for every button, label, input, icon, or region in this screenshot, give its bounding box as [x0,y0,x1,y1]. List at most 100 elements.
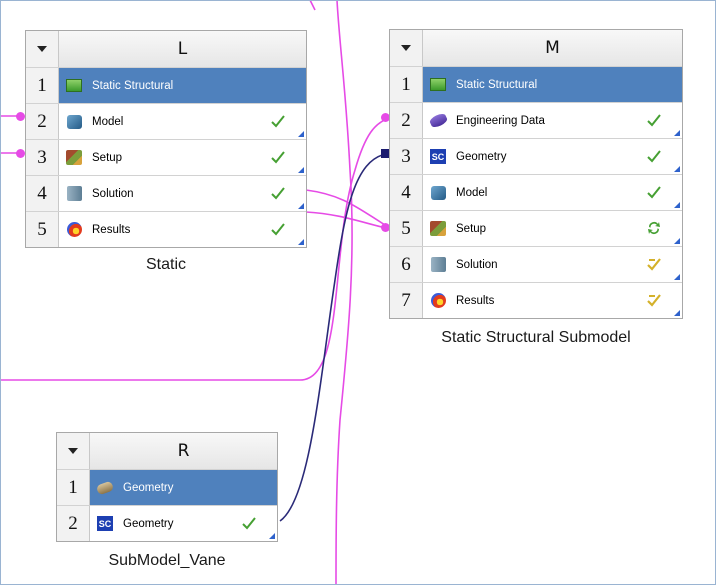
static-structural-icon [429,77,447,93]
system-menu-button[interactable] [390,30,423,66]
model-icon [429,185,447,201]
cell-solution[interactable]: Solution [59,176,306,211]
check-icon [242,517,256,530]
cell-row[interactable]: 3 SC Geometry [390,138,682,174]
spaceclaim-geometry-icon: SC [96,516,114,532]
system-caption[interactable]: SubModel_Vane [56,552,278,570]
cell-label: Solution [456,258,498,271]
cell-engineering-data[interactable]: Engineering Data [423,103,682,138]
solution-icon [429,257,447,273]
update-required-icon [647,258,661,271]
system-submodel-vane: R 1 Geometry 2 SC Geometry SubModel_Vane [56,432,278,569]
system-letter: L [59,31,306,67]
cell-label: Engineering Data [456,114,545,127]
row-number: 3 [26,140,59,175]
cell-geometry-header[interactable]: Geometry [90,470,277,505]
row-number: 5 [26,212,59,247]
cell-label: Static Structural [92,79,174,92]
dropdown-arrow-icon [401,45,411,51]
row-number: 1 [26,68,59,103]
row-number: 1 [390,67,423,102]
cell-label: Geometry [123,517,174,530]
row-number: 2 [57,506,90,541]
cell-results[interactable]: Results [59,212,306,247]
cell-static-structural[interactable]: Static Structural [59,68,306,103]
input-port[interactable] [16,112,25,121]
cell-model[interactable]: Model [59,104,306,139]
corner-indicator-icon [298,203,304,209]
cell-label: Results [92,223,131,236]
system-static: L 1 Static Structural 2 Model 3 Setup 4 … [25,30,307,273]
row-number: 6 [390,247,423,282]
results-icon [429,293,447,309]
connection-link [309,0,316,11]
system-menu-button[interactable] [26,31,59,67]
cell-row[interactable]: 5 Setup [390,210,682,246]
cell-row[interactable]: 4 Model [390,174,682,210]
corner-indicator-icon [674,238,680,244]
cell-label: Model [92,115,124,128]
system-table: L 1 Static Structural 2 Model 3 Setup 4 … [25,30,307,248]
cell-row[interactable]: 2 SC Geometry [57,505,277,541]
cell-row[interactable]: 5 Results [26,211,306,247]
check-icon [271,187,285,200]
cell-setup[interactable]: Setup [59,140,306,175]
corner-indicator-icon [269,533,275,539]
cell-setup[interactable]: Setup [423,211,682,246]
corner-indicator-icon [298,239,304,245]
cell-row[interactable]: 3 Setup [26,139,306,175]
setup-icon [429,221,447,237]
system-header: M [390,30,682,66]
cell-label: Setup [92,151,123,164]
model-icon [65,114,83,130]
cell-solution[interactable]: Solution [423,247,682,282]
cell-static-structural[interactable]: Static Structural [423,67,682,102]
cell-row[interactable]: 1 Geometry [57,469,277,505]
cell-row[interactable]: 1 Static Structural [390,66,682,102]
system-caption[interactable]: Static [25,256,307,274]
corner-indicator-icon [674,202,680,208]
row-number: 1 [57,470,90,505]
cell-row[interactable]: 2 Model [26,103,306,139]
cell-row[interactable]: 6 Solution [390,246,682,282]
cell-row[interactable]: 2 Engineering Data [390,102,682,138]
corner-indicator-icon [674,130,680,136]
system-caption[interactable]: Static Structural Submodel [389,329,683,347]
corner-indicator-icon [674,166,680,172]
row-number: 5 [390,211,423,246]
static-structural-icon [65,78,83,94]
row-number: 2 [26,104,59,139]
connection-link [335,0,353,585]
cell-geometry[interactable]: SC Geometry [90,506,277,541]
dropdown-arrow-icon [37,46,47,52]
check-icon [647,114,661,127]
cell-geometry[interactable]: SC Geometry [423,139,682,174]
geometry-icon [95,480,115,496]
system-menu-button[interactable] [57,433,90,469]
check-icon [271,151,285,164]
system-header: R [57,433,277,469]
cell-label: Setup [456,222,487,235]
input-port[interactable] [16,149,25,158]
system-letter: M [423,30,682,66]
cell-label: Solution [92,187,134,200]
cell-label: Geometry [123,481,174,494]
check-icon [271,115,285,128]
corner-indicator-icon [674,310,680,316]
solution-icon [65,186,83,202]
cell-label: Static Structural [456,78,538,91]
system-static-structural-submodel: M 1 Static Structural 2 Engineering Data [389,29,683,346]
system-table: R 1 Geometry 2 SC Geometry [56,432,278,542]
row-number: 4 [390,175,423,210]
cell-model[interactable]: Model [423,175,682,210]
results-icon [65,222,83,238]
cell-row[interactable]: 1 Static Structural [26,67,306,103]
corner-indicator-icon [674,274,680,280]
cell-row[interactable]: 4 Solution [26,175,306,211]
system-letter: R [90,433,277,469]
corner-indicator-icon [298,131,304,137]
cell-row[interactable]: 7 Results [390,282,682,318]
system-header: L [26,31,306,67]
cell-results[interactable]: Results [423,283,682,318]
row-number: 4 [26,176,59,211]
